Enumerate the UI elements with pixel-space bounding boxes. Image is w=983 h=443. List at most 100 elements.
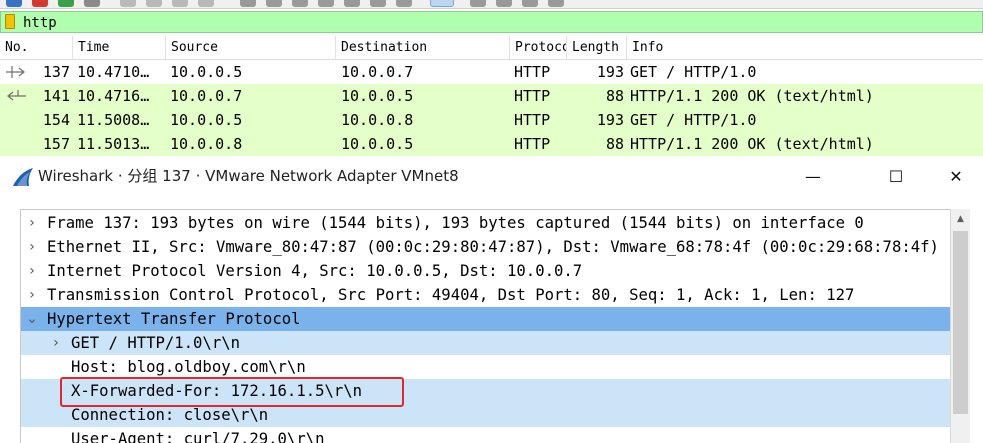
detail-tree-item[interactable]: › Transmission Control Protocol, Src Port… [21, 283, 950, 307]
zoom-out-icon[interactable] [496, 0, 512, 7]
detail-tree-item[interactable]: › Internet Protocol Version 4, Src: 10.0.… [21, 259, 950, 283]
zoom-in-icon[interactable] [470, 0, 486, 7]
packet-cell-source: 10.0.0.8 [170, 135, 243, 153]
packet-cell-length: 88 [605, 135, 624, 153]
save-file-icon[interactable] [146, 0, 162, 7]
scroll-up-arrow-icon[interactable]: ▲ [951, 209, 970, 229]
packet-cell-info: GET / HTTP/1.0 [630, 111, 757, 129]
vertical-scrollbar[interactable]: ▲ [950, 209, 970, 443]
detail-tree-label: Internet Protocol Version 4, Src: 10.0.0… [47, 262, 583, 280]
detail-tree-item[interactable]: › GET / HTTP/1.0\r\n [21, 331, 950, 355]
detail-tree-item[interactable]: Connection: close\r\n [21, 403, 950, 427]
packet-cell-protocol: HTTP [514, 135, 551, 153]
packet-cell-destination: 10.0.0.7 [341, 63, 414, 81]
find-icon[interactable] [240, 0, 256, 7]
packet-cell-no: 137 [42, 63, 70, 81]
packet-cell-protocol: HTTP [514, 111, 551, 129]
detail-tree-label: Transmission Control Protocol, Src Port:… [47, 286, 855, 304]
scrollbar-thumb[interactable] [953, 231, 968, 414]
packet-cell-no: 141 [42, 87, 70, 105]
packet-row[interactable]: 157 11.5013… 10.0.0.8 10.0.0.5 HTTP 88 HTTP/1.… [0, 132, 983, 156]
go-back-icon[interactable] [266, 0, 282, 7]
packet-cell-length: 193 [596, 111, 624, 129]
detail-tree-label: GET / HTTP/1.0\r\n [71, 334, 240, 352]
colorize-icon[interactable] [430, 0, 454, 7]
packet-cell-protocol: HTTP [514, 87, 551, 105]
packet-cell-source: 10.0.0.5 [170, 63, 243, 81]
detail-tree-item[interactable]: ⌄ Hypertext Transfer Protocol [21, 307, 950, 331]
column-header-protocol[interactable]: Protocol [510, 36, 567, 60]
normal-size-icon[interactable] [522, 0, 538, 7]
packet-row[interactable]: 137 10.4710… 10.0.0.5 10.0.0.7 HTTP 193 GET / … [0, 60, 983, 84]
restart-capture-icon[interactable] [58, 0, 74, 7]
open-file-icon[interactable] [120, 0, 136, 7]
window-title: Wireshark · 分组 137 · VMware Network Adap… [38, 167, 459, 185]
packet-cell-no: 157 [42, 135, 70, 153]
collapsed-chevron-icon[interactable]: › [49, 331, 63, 355]
column-header-no[interactable]: No. [0, 36, 73, 60]
start-capture-icon[interactable] [6, 0, 22, 7]
packet-cell-info: GET / HTTP/1.0 [630, 63, 757, 81]
packet-cell-length: 193 [596, 63, 624, 81]
filter-bookmark-icon[interactable] [5, 14, 15, 29]
detail-tree-item[interactable]: › Frame 137: 193 bytes on wire (1544 bits… [21, 211, 950, 235]
column-header-time[interactable]: Time [73, 36, 166, 60]
detail-tree-label: Host: blog.oldboy.com\r\n [71, 358, 306, 376]
wireshark-fin-icon [13, 168, 33, 186]
detail-tree-item[interactable]: X-Forwarded-For: 172.16.1.5\r\n [21, 379, 950, 403]
stop-capture-icon[interactable] [32, 0, 48, 7]
packet-row[interactable]: 141 10.4716… 10.0.0.7 10.0.0.5 HTTP 88 HTTP/1.… [0, 84, 983, 108]
detail-tree-label: User-Agent: curl/7.29.0\r\n [71, 430, 325, 443]
window-titlebar[interactable]: Wireshark · 分组 137 · VMware Network Adap… [0, 157, 983, 196]
packet-detail-tree: › Frame 137: 193 bytes on wire (1544 bits… [20, 209, 950, 443]
packet-cell-time: 11.5008… [77, 111, 150, 129]
detail-tree-item[interactable]: › Ethernet II, Src: Vmware_80:47:87 (00:0… [21, 235, 950, 259]
go-to-packet-icon[interactable] [318, 0, 334, 7]
minimize-button[interactable]: — [790, 157, 836, 196]
packet-cell-destination: 10.0.0.5 [341, 135, 414, 153]
detail-tree-label: X-Forwarded-For: 172.16.1.5\r\n [71, 382, 363, 400]
main-toolbar [0, 0, 983, 9]
packet-cell-no: 154 [42, 111, 70, 129]
detail-tree-label: Frame 137: 193 bytes on wire (1544 bits)… [47, 214, 864, 232]
detail-tree-item[interactable]: Host: blog.oldboy.com\r\n [21, 355, 950, 379]
column-header-length[interactable]: Length [567, 36, 627, 60]
detail-tree-item[interactable]: User-Agent: curl/7.29.0\r\n [21, 427, 950, 443]
packet-cell-destination: 10.0.0.5 [341, 87, 414, 105]
display-filter-input[interactable] [23, 14, 963, 31]
packet-cell-time: 10.4710… [77, 63, 150, 81]
options-icon[interactable] [84, 0, 100, 7]
close-button[interactable]: ✕ [933, 157, 979, 196]
expanded-chevron-icon[interactable]: ⌄ [25, 307, 39, 331]
packet-cell-info: HTTP/1.1 200 OK (text/html) [630, 135, 874, 153]
detail-tree-label: Ethernet II, Src: Vmware_80:47:87 (00:0c… [47, 238, 939, 256]
packet-cell-info: HTTP/1.1 200 OK (text/html) [630, 87, 874, 105]
maximize-button[interactable]: ☐ [873, 157, 919, 196]
packet-list: No. Time Source Destination Protocol Len… [0, 36, 983, 157]
reload-icon[interactable] [198, 0, 214, 7]
column-header-info[interactable]: Info [627, 36, 983, 60]
collapsed-chevron-icon[interactable]: › [25, 283, 39, 307]
column-header-source[interactable]: Source [166, 36, 336, 60]
first-packet-icon[interactable] [344, 0, 360, 7]
last-packet-icon[interactable] [370, 0, 386, 7]
packet-cell-length: 88 [605, 87, 624, 105]
packet-cell-source: 10.0.0.5 [170, 111, 243, 129]
packet-cell-time: 10.4716… [77, 87, 150, 105]
collapsed-chevron-icon[interactable]: › [25, 211, 39, 235]
go-forward-icon[interactable] [292, 0, 308, 7]
collapsed-chevron-icon[interactable]: › [25, 235, 39, 259]
packet-list-header: No. Time Source Destination Protocol Len… [0, 36, 983, 60]
autoscroll-icon[interactable] [396, 0, 412, 7]
column-header-destination[interactable]: Destination [336, 36, 510, 60]
packet-detail-window: Wireshark · 分组 137 · VMware Network Adap… [0, 157, 983, 443]
detail-tree-label: Hypertext Transfer Protocol [47, 310, 301, 328]
collapsed-chevron-icon[interactable]: › [25, 259, 39, 283]
detail-tree-label: Connection: close\r\n [71, 406, 269, 424]
resize-columns-icon[interactable] [548, 0, 564, 7]
close-file-icon[interactable] [172, 0, 188, 7]
packet-cell-time: 11.5013… [77, 135, 150, 153]
packet-cell-protocol: HTTP [514, 63, 551, 81]
packet-cell-source: 10.0.0.7 [170, 87, 243, 105]
packet-row[interactable]: 154 11.5008… 10.0.0.5 10.0.0.8 HTTP 193 GET / … [0, 108, 983, 132]
